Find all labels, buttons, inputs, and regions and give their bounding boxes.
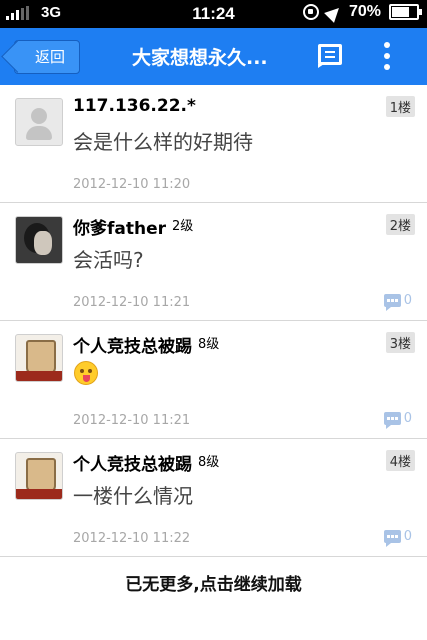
post-username[interactable]: 117.136.22.*: [73, 96, 196, 116]
post-content: 一楼什么情况: [73, 484, 193, 508]
default-avatar[interactable]: [15, 98, 63, 146]
rotation-lock-icon: [302, 4, 319, 20]
battery-percent: 70%: [348, 3, 381, 20]
load-more-button[interactable]: 已无更多,点击继续加载: [0, 557, 427, 640]
post-timestamp: 2012-12-10 11:21: [73, 413, 191, 428]
reply-count: 0: [403, 411, 412, 426]
post-item[interactable]: 你爹father 2级 2楼 会活吗? 2012-12-10 11:21 0: [0, 203, 427, 321]
post-list: 117.136.22.* 1楼 会是什么样的好期待 2012-12-10 11:…: [0, 85, 427, 557]
reply-count: 0: [403, 293, 412, 308]
post-content: 会活吗?: [73, 248, 144, 272]
post-timestamp: 2012-12-10 11:21: [73, 295, 191, 310]
navigation-bar: 返回 大家想想永久...: [0, 28, 427, 85]
location-icon: [324, 3, 344, 23]
post-item[interactable]: 117.136.22.* 1楼 会是什么样的好期待 2012-12-10 11:…: [0, 85, 427, 203]
post-username[interactable]: 你爹father 2级: [73, 214, 193, 239]
post-timestamp: 2012-12-10 11:20: [73, 177, 191, 192]
post-timestamp: 2012-12-10 11:22: [73, 531, 191, 546]
more-menu-icon[interactable]: [383, 42, 391, 70]
page-title: 大家想想永久...: [132, 47, 268, 69]
user-level: 8级: [198, 337, 220, 352]
floor-badge: 3楼: [385, 332, 415, 353]
post-content: 会是什么样的好期待: [73, 130, 253, 154]
glass-photo-avatar[interactable]: [15, 334, 63, 382]
post-item[interactable]: 个人竞技总被踢 8级 4楼 一楼什么情况 2012-12-10 11:22 0: [0, 439, 427, 557]
tongue-out-emoji-icon: [74, 361, 98, 385]
post-item[interactable]: 个人竞技总被踢 8级 3楼 2012-12-10 11:21 0: [0, 321, 427, 439]
reply-list-icon[interactable]: [318, 44, 342, 68]
status-right: 70%: [302, 3, 422, 23]
battery-icon: [389, 4, 422, 20]
reply-button[interactable]: 0: [383, 411, 412, 429]
glass-photo-avatar[interactable]: [15, 452, 63, 500]
comment-icon: [383, 530, 401, 547]
back-button-label: 返回: [34, 48, 65, 66]
comment-icon: [383, 294, 401, 311]
floor-badge: 1楼: [385, 96, 415, 117]
reply-button[interactable]: 0: [383, 529, 412, 547]
user-level: 8级: [198, 455, 220, 470]
post-username[interactable]: 个人竞技总被踢 8级: [73, 332, 219, 357]
floor-badge: 4楼: [385, 450, 415, 471]
reply-count: 0: [403, 529, 412, 544]
status-bar: 3G 11:24 70%: [0, 0, 427, 28]
user-level: 2级: [172, 219, 194, 234]
post-username[interactable]: 个人竞技总被踢 8级: [73, 450, 219, 475]
reply-button[interactable]: 0: [383, 293, 412, 311]
comment-icon: [383, 412, 401, 429]
floor-badge: 2楼: [385, 214, 415, 235]
back-button[interactable]: 返回: [14, 40, 80, 74]
user-photo-avatar[interactable]: [15, 216, 63, 264]
